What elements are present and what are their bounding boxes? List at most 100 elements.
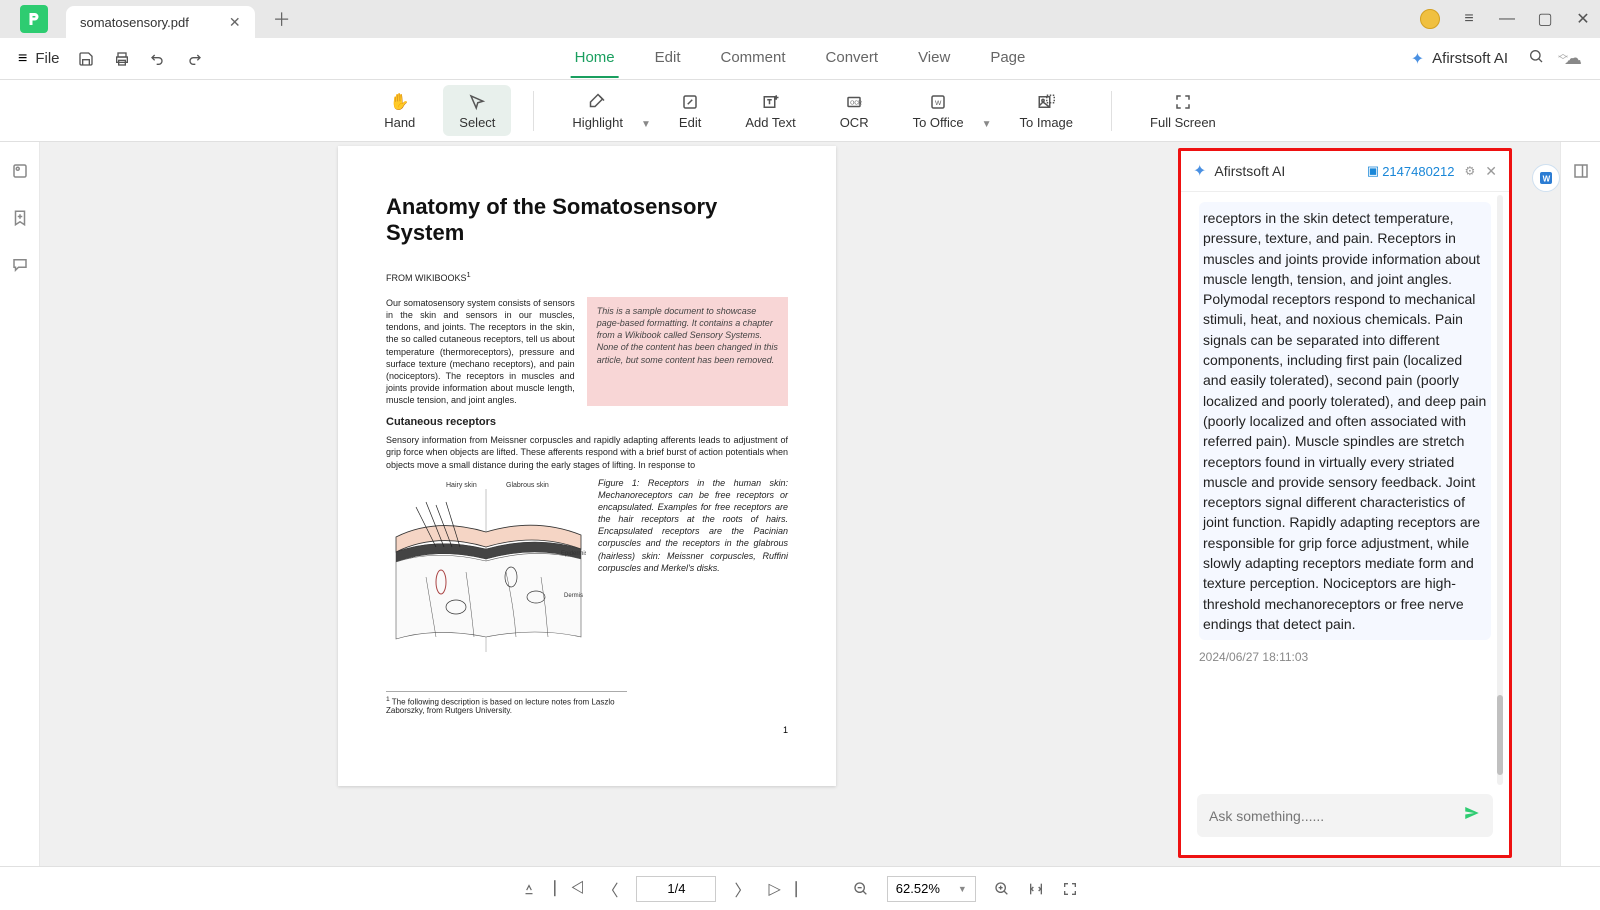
ai-brand-label: Afirstsoft AI	[1432, 50, 1508, 67]
tab-comment[interactable]: Comment	[717, 39, 790, 78]
edit-tool[interactable]: Edit	[663, 85, 717, 136]
save-icon[interactable]	[78, 51, 94, 67]
workspace: Anatomy of the Somatosensory System FROM…	[0, 142, 1600, 866]
zoom-in-icon[interactable]	[994, 881, 1010, 897]
ai-panel: ✦ Afirstsoft AI ▣ 2147480212 ⚙ ✕ recepto…	[1178, 148, 1512, 858]
right-rail	[1560, 142, 1600, 866]
sample-note: This is a sample document to showcase pa…	[587, 297, 788, 406]
close-window-icon[interactable]: ✕	[1574, 10, 1592, 28]
add-text-tool[interactable]: Add Text	[729, 85, 811, 136]
print-icon[interactable]	[114, 51, 130, 67]
pdf-page: Anatomy of the Somatosensory System FROM…	[338, 146, 836, 786]
next-page-icon[interactable]: 〉	[734, 877, 750, 901]
highlight-label: Highlight	[572, 115, 623, 130]
fit-page-icon[interactable]	[1062, 881, 1078, 897]
comment-icon[interactable]	[11, 256, 29, 279]
divider	[1111, 91, 1112, 131]
chevron-down-icon[interactable]: ▼	[641, 119, 651, 130]
menu-icon: ≡	[18, 50, 27, 68]
document-tab[interactable]: somatosensory.pdf ✕	[66, 6, 255, 38]
ai-input-container	[1197, 794, 1493, 837]
ai-session-id[interactable]: ▣ 2147480212	[1367, 163, 1455, 179]
fullscreen-icon	[1174, 91, 1192, 113]
user-avatar[interactable]	[1420, 9, 1440, 29]
document-area[interactable]: Anatomy of the Somatosensory System FROM…	[40, 142, 1560, 866]
collapse-toggle[interactable]: ︿ ﹀	[1558, 52, 1568, 64]
settings-icon[interactable]: ⚙	[1465, 164, 1476, 178]
tab-edit[interactable]: Edit	[651, 39, 685, 78]
zoom-select[interactable]: 62.52% ▼	[887, 876, 976, 902]
bookmark-icon[interactable]	[11, 209, 29, 232]
svg-text:Epidermis: Epidermis	[561, 551, 586, 557]
ai-scrollbar[interactable]	[1497, 195, 1503, 785]
select-label: Select	[459, 115, 495, 130]
new-tab-button[interactable]: ＋	[273, 6, 291, 32]
to-image-tool[interactable]: To Image	[1004, 85, 1089, 136]
toolbar: ✋ Hand Select Highlight ▼ Edit Add Text …	[0, 80, 1600, 142]
ai-prompt-input[interactable]	[1209, 808, 1463, 824]
select-tool[interactable]: Select	[443, 85, 511, 136]
ocr-label: OCR	[840, 115, 869, 130]
send-icon[interactable]	[1463, 804, 1481, 827]
file-menu[interactable]: ≡ File	[18, 50, 60, 68]
search-icon[interactable]	[1528, 48, 1544, 69]
to-office-tool[interactable]: W To Office	[897, 85, 980, 136]
page-end-icon[interactable]: ▷⎹	[768, 879, 796, 899]
add-text-icon	[762, 91, 780, 113]
chevron-down-icon[interactable]: ▼	[982, 119, 992, 130]
highlight-tool[interactable]: Highlight	[556, 85, 639, 136]
tab-convert[interactable]: Convert	[822, 39, 883, 78]
figure-caption: Figure 1: Receptors in the human skin: M…	[598, 477, 788, 667]
tab-view[interactable]: View	[914, 39, 954, 78]
tab-page[interactable]: Page	[986, 39, 1029, 78]
hand-tool[interactable]: ✋ Hand	[368, 85, 431, 136]
tab-close-icon[interactable]: ✕	[229, 14, 241, 31]
hand-icon: ✋	[390, 91, 410, 113]
fit-width-icon[interactable]	[1028, 881, 1044, 897]
ai-brand-button[interactable]: ✦ Afirstsoft AI	[1411, 49, 1508, 69]
left-rail	[0, 142, 40, 866]
svg-text:W: W	[1543, 174, 1551, 183]
svg-text:OCR: OCR	[850, 100, 862, 106]
titlebar: somatosensory.pdf ✕ ＋ ≡ — ▢ ✕	[0, 0, 1600, 38]
tab-title: somatosensory.pdf	[80, 15, 189, 30]
page-number: 1	[386, 725, 788, 735]
to-image-label: To Image	[1020, 115, 1073, 130]
maximize-icon[interactable]: ▢	[1536, 10, 1554, 28]
close-panel-icon[interactable]: ✕	[1485, 163, 1497, 180]
thumbnails-icon[interactable]	[11, 162, 29, 185]
tab-home[interactable]: Home	[571, 39, 619, 78]
divider	[533, 91, 534, 131]
hamburger-icon[interactable]: ≡	[1460, 10, 1478, 28]
image-icon	[1037, 91, 1055, 113]
ocr-tool[interactable]: OCR OCR	[824, 85, 885, 136]
app-logo	[20, 5, 48, 33]
export-word-button[interactable]: W	[1532, 164, 1560, 192]
ai-timestamp: 2024/06/27 18:11:03	[1199, 650, 1491, 664]
redo-icon[interactable]	[186, 51, 202, 67]
sparkle-icon: ✦	[1411, 49, 1424, 69]
ai-body: receptors in the skin detect temperature…	[1181, 192, 1509, 784]
chevron-down-icon: ▼	[958, 884, 967, 894]
zoom-out-icon[interactable]	[853, 881, 869, 897]
main-tabs: Home Edit Comment Convert View Page	[571, 39, 1030, 78]
file-label: File	[35, 50, 59, 67]
svg-text:W: W	[935, 100, 942, 107]
undo-icon[interactable]	[150, 51, 166, 67]
page-input[interactable]	[636, 876, 716, 902]
highlighter-icon	[589, 91, 607, 113]
intro-text: Our somatosensory system consists of sen…	[386, 297, 575, 406]
prev-page-icon[interactable]: 〈	[602, 877, 618, 901]
full-screen-tool[interactable]: Full Screen	[1134, 85, 1232, 136]
ocr-icon: OCR	[845, 91, 863, 113]
page-title: Anatomy of the Somatosensory System	[386, 194, 788, 246]
add-text-label: Add Text	[745, 115, 795, 130]
minimize-icon[interactable]: —	[1498, 10, 1516, 28]
sparkle-icon: ✦	[1193, 161, 1206, 181]
panel-toggle-icon[interactable]	[1572, 162, 1590, 185]
menubar: ≡ File Home Edit Comment Convert View Pa…	[0, 38, 1600, 80]
page-start-icon[interactable]: ⎸◁	[554, 880, 584, 898]
menubar-right: ✦ Afirstsoft AI ☁ ︿ ﹀	[1411, 48, 1582, 69]
ai-panel-header: ✦ Afirstsoft AI ▣ 2147480212 ⚙ ✕	[1181, 151, 1509, 192]
first-page-icon[interactable]	[522, 882, 536, 896]
